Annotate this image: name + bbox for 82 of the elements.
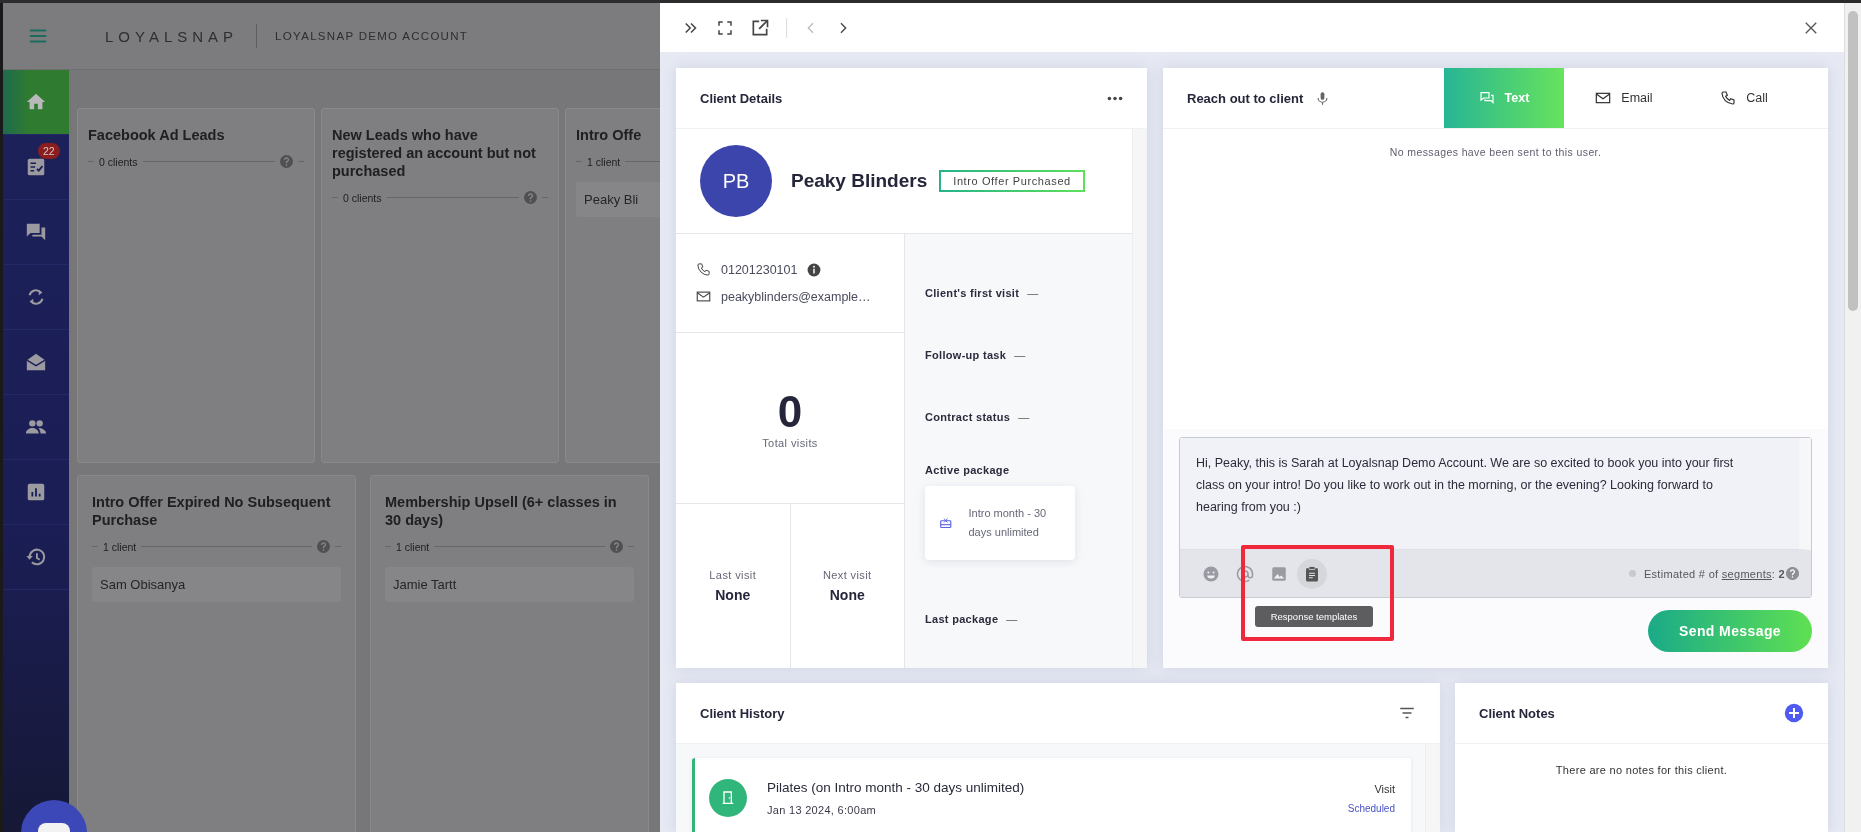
open-external-icon[interactable] (750, 17, 770, 38)
total-visits-count: 0 (777, 387, 803, 437)
mail-icon (696, 289, 711, 304)
history-item[interactable]: Pilates (on Intro month - 30 days unlimited) Jan 13 2024, 6:00am Visit Scheduled (692, 758, 1411, 832)
mail-icon (25, 351, 47, 373)
client-count: 1 client (396, 540, 430, 553)
channel-tab[interactable]: Email (1564, 68, 1684, 128)
more-icon[interactable] (1107, 95, 1123, 101)
history-type: Visit (1374, 782, 1395, 795)
panel-title: Client Notes (1479, 705, 1555, 721)
panel-title: Client History (700, 705, 785, 721)
panel-title: Client Details (700, 90, 783, 106)
clipboard-icon (1303, 564, 1321, 583)
message-composer[interactable] (1179, 437, 1812, 598)
fullscreen-icon[interactable] (716, 18, 734, 37)
history-icon (25, 546, 47, 568)
scrollbar-track[interactable] (1132, 129, 1147, 668)
visit-label: Next visit (822, 569, 872, 581)
history-title: Pilates (on Intro month - 30 days unlimited) (767, 780, 1025, 795)
door-icon (709, 779, 747, 817)
client-card[interactable]: Peaky Bli (576, 182, 660, 217)
segment-title: Intro Offer Expired No Subsequent Purchase (92, 493, 332, 529)
segment-title: Facebook Ad Leads (88, 126, 226, 144)
avatar: PB (700, 145, 772, 217)
segments-link[interactable]: segments (1721, 567, 1772, 580)
client-card[interactable]: Sam Obisanya (92, 567, 341, 602)
image-icon[interactable] (1270, 564, 1288, 583)
segment-title: Intro Offe (576, 126, 643, 144)
empty-messages-text: No messages have been sent to this user. (1389, 146, 1602, 160)
visit-label: Last visit (709, 569, 757, 581)
brand-logo: LOYALSNAP (105, 27, 239, 45)
client-card[interactable]: Jamie Tartt (385, 567, 634, 602)
phone-icon (1720, 90, 1737, 106)
checklist-icon (25, 156, 47, 178)
field-label: Last package (925, 613, 999, 625)
client-count: 1 client (587, 155, 621, 168)
message-input[interactable]: Hi, Peaky, this is Sarah at Loyalsnap Demo Account. We are so excited to book you into your first class on your intro! Do you like to work out in the morning, or the evening? Looking forward to hearing from you :) (1180, 438, 1811, 550)
history-status: Scheduled (1347, 802, 1395, 814)
mail-icon (1595, 90, 1612, 106)
add-icon[interactable] (1784, 703, 1804, 723)
package-name: Intro month - 30 days unlimited (968, 506, 1048, 540)
segment-title: Membership Upsell (6+ classes in 30 days) (385, 493, 618, 529)
status-dot (1628, 570, 1636, 577)
account-name: LOYALSNAP DEMO ACCOUNT (275, 30, 469, 42)
phone-icon (696, 262, 711, 277)
emoji-icon[interactable] (1202, 564, 1220, 583)
segment-estimate: Estimated # of segments: 2 (1643, 567, 1785, 580)
email-address: peakyblinders@example… (721, 289, 871, 304)
field-value: — (1018, 411, 1030, 423)
response-templates-button[interactable] (1297, 558, 1327, 589)
client-count: 0 clients (343, 191, 382, 204)
sidebar-item[interactable]: 22 (3, 135, 69, 200)
segment-title: New Leads who have registered an account but not purchased (332, 126, 537, 180)
sidebar-item[interactable] (3, 70, 69, 135)
empty-notes-text: There are no notes for this client. (1555, 764, 1728, 778)
bar-chart-icon (25, 481, 47, 503)
notification-badge: 22 (38, 143, 60, 159)
chat-icon (25, 221, 47, 243)
field-label: Client's first visit (925, 287, 1020, 299)
visit-value: None (829, 587, 865, 603)
scrollbar[interactable] (1844, 3, 1861, 832)
client-name: Peaky Blinders (791, 170, 928, 192)
at-sign-icon[interactable] (1236, 564, 1254, 583)
field-value: — (1027, 287, 1039, 299)
help-icon[interactable] (1786, 567, 1799, 580)
chat-icon (1478, 90, 1495, 106)
field-value: — (1014, 349, 1026, 361)
phone-number: 01201230101 (721, 262, 798, 277)
tooltip: Response templates (1255, 606, 1373, 627)
status-tag: Intro Offer Purchased (939, 170, 1085, 192)
client-count: 0 clients (99, 155, 138, 168)
info-icon[interactable] (807, 262, 822, 277)
field-label: Contract status (925, 411, 1011, 423)
field-label: Follow-up task (925, 349, 1007, 361)
client-count: 1 client (103, 540, 137, 553)
field-value: — (1006, 613, 1018, 625)
visit-value: None (715, 587, 751, 603)
field-label: Active package (925, 464, 1011, 476)
channel-tab[interactable]: Call (1684, 68, 1804, 128)
panel-title: Reach out to client (1187, 90, 1304, 106)
total-visits-label: Total visits (762, 437, 818, 449)
history-date: Jan 13 2024, 6:00am (767, 804, 878, 816)
